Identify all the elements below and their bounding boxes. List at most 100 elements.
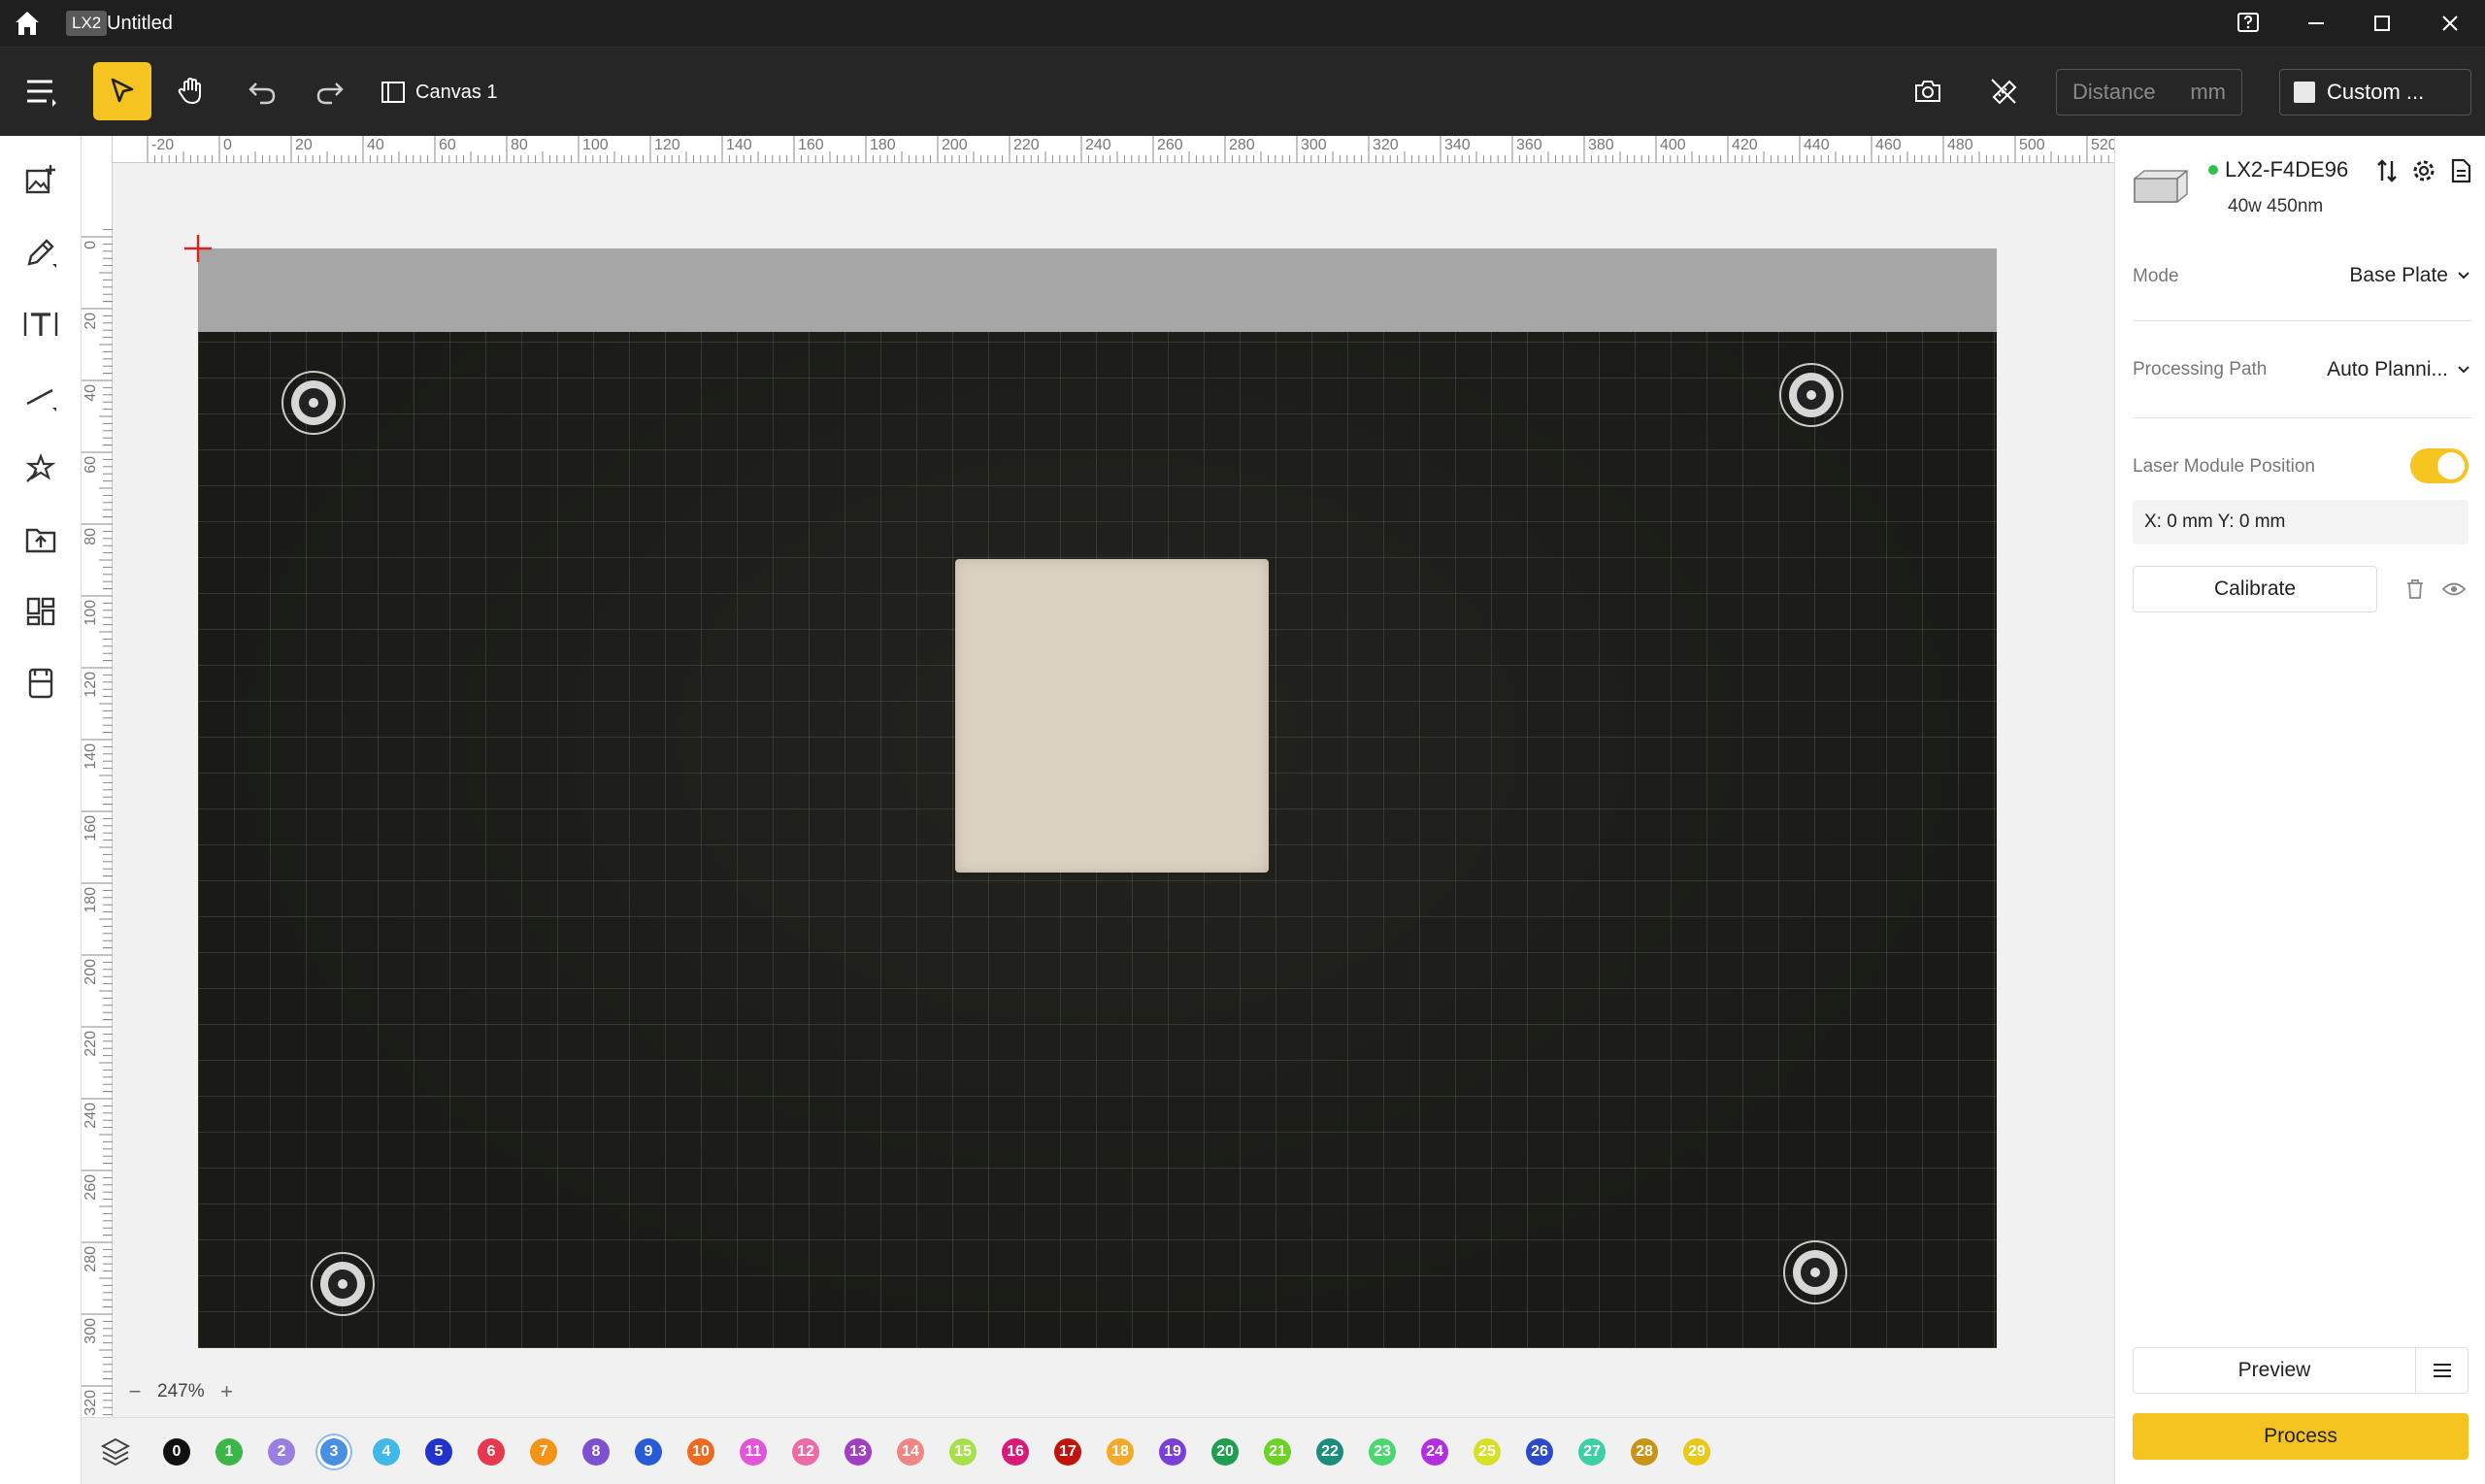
- ruler-label: 100: [582, 137, 609, 153]
- canvas-tab-label: Canvas 1: [415, 81, 498, 103]
- menu-icon[interactable]: [12, 62, 70, 120]
- trash-icon[interactable]: [2404, 577, 2426, 601]
- ruler-label: 340: [1444, 137, 1471, 153]
- ruler-vertical: 0 20 40 60 80 100 120 140 160 180 200 220 240 260 280 3…: [82, 136, 113, 1417]
- layer-28-button[interactable]: 28: [1631, 1438, 1658, 1466]
- left-toolbar: [0, 136, 82, 1484]
- minimize-button[interactable]: [2283, 0, 2349, 47]
- layer-10-button[interactable]: 10: [687, 1438, 714, 1466]
- layers-icon[interactable]: [99, 1435, 132, 1468]
- layer-7-button[interactable]: 7: [530, 1438, 557, 1466]
- device-name[interactable]: LX2-F4DE96: [2225, 157, 2348, 182]
- layer-17-button[interactable]: 17: [1054, 1438, 1081, 1466]
- ruler-label: 120: [654, 137, 680, 153]
- layer-9-button[interactable]: 9: [635, 1438, 662, 1466]
- layer-6-button[interactable]: 6: [478, 1438, 505, 1466]
- pen-icon[interactable]: [12, 223, 70, 281]
- layer-8-button[interactable]: 8: [582, 1438, 610, 1466]
- layer-3-button[interactable]: 3: [320, 1438, 348, 1466]
- maximize-button[interactable]: [2349, 0, 2415, 47]
- layer-26-button[interactable]: 26: [1526, 1438, 1553, 1466]
- layer-24-button[interactable]: 24: [1421, 1438, 1448, 1466]
- layer-27-button[interactable]: 27: [1578, 1438, 1606, 1466]
- ruler-label: 380: [1588, 137, 1614, 153]
- calibration-target-icon: [311, 1252, 375, 1316]
- layer-16-button[interactable]: 16: [1002, 1438, 1029, 1466]
- help-icon[interactable]: [2215, 0, 2281, 47]
- calibrate-button[interactable]: Calibrate: [2133, 566, 2377, 612]
- canvas-workspace[interactable]: − 247% +: [113, 163, 2114, 1417]
- calibration-target-icon: [282, 371, 346, 435]
- line-icon[interactable]: [12, 367, 70, 425]
- ruler-label: 20: [83, 313, 99, 330]
- measure-icon[interactable]: [1974, 62, 2033, 120]
- distance-unit: mm: [2190, 80, 2226, 104]
- close-button[interactable]: [2417, 0, 2483, 47]
- layer-15-button[interactable]: 15: [949, 1438, 977, 1466]
- layer-13-button[interactable]: 13: [845, 1438, 872, 1466]
- ruler-label: 460: [1875, 137, 1902, 153]
- layer-1-button[interactable]: 1: [215, 1438, 243, 1466]
- ruler-label: 120: [83, 672, 99, 698]
- layer-12-button[interactable]: 12: [792, 1438, 819, 1466]
- text-icon[interactable]: [12, 295, 70, 353]
- zoom-in-button[interactable]: +: [216, 1379, 238, 1403]
- layer-22-button[interactable]: 22: [1316, 1438, 1343, 1466]
- layer-2-button[interactable]: 2: [268, 1438, 295, 1466]
- redo-button[interactable]: [301, 62, 359, 120]
- ruler-label: 200: [83, 959, 99, 985]
- zoom-out-button[interactable]: −: [124, 1379, 146, 1403]
- layer-29-button[interactable]: 29: [1683, 1438, 1710, 1466]
- layer-18-button[interactable]: 18: [1107, 1438, 1134, 1466]
- layer-20-button[interactable]: 20: [1211, 1438, 1239, 1466]
- add-image-icon[interactable]: [12, 151, 70, 210]
- layer-11-button[interactable]: 11: [740, 1438, 767, 1466]
- gear-icon[interactable]: [2410, 157, 2437, 184]
- divider: [2133, 417, 2472, 418]
- material-tile[interactable]: [955, 559, 1269, 873]
- undo-button[interactable]: [233, 62, 291, 120]
- sort-icon[interactable]: [2373, 157, 2401, 184]
- layer-0-button[interactable]: 0: [163, 1438, 190, 1466]
- home-icon[interactable]: [12, 8, 43, 39]
- process-button[interactable]: Process: [2133, 1413, 2468, 1460]
- layer-23-button[interactable]: 23: [1369, 1438, 1396, 1466]
- pan-tool-button[interactable]: [161, 62, 219, 120]
- magic-shape-icon[interactable]: [12, 439, 70, 497]
- layer-5-button[interactable]: 5: [425, 1438, 452, 1466]
- custom-material-button[interactable]: Custom ...: [2279, 69, 2471, 115]
- laser-module-toggle[interactable]: [2410, 448, 2468, 483]
- ruler-label: 20: [295, 137, 313, 153]
- layer-21-button[interactable]: 21: [1264, 1438, 1291, 1466]
- ruler-label: 220: [1013, 137, 1040, 153]
- layer-14-button[interactable]: 14: [897, 1438, 924, 1466]
- ruler-label: 360: [1516, 137, 1542, 153]
- camera-icon[interactable]: [1899, 62, 1957, 120]
- layer-19-button[interactable]: 19: [1159, 1438, 1186, 1466]
- templates-icon[interactable]: [12, 582, 70, 641]
- distance-input[interactable]: Distance mm: [2056, 69, 2242, 115]
- ruler-label: 320: [1373, 137, 1399, 153]
- app-badge: LX2: [66, 11, 108, 36]
- eye-icon[interactable]: [2441, 580, 2467, 598]
- processing-path-value: Auto Planni...: [2327, 358, 2448, 380]
- canvas-tab[interactable]: Canvas 1: [381, 65, 498, 119]
- ruler-label: 60: [83, 456, 99, 474]
- import-icon[interactable]: [12, 511, 70, 569]
- ruler-label: 300: [1301, 137, 1327, 153]
- layer-4-button[interactable]: 4: [373, 1438, 400, 1466]
- ruler-label: 160: [798, 137, 824, 153]
- mode-select[interactable]: Base Plate: [2349, 264, 2471, 287]
- camera-bed-preview[interactable]: [198, 248, 1997, 1348]
- preview-options-button[interactable]: [2416, 1347, 2468, 1394]
- ruler-horizontal: -20 0 20 40 60 80 100 120 140 160 180 200 220 240 260 2…: [113, 136, 2114, 163]
- processing-path-select[interactable]: Auto Planni...: [2327, 358, 2471, 381]
- preview-button[interactable]: Preview: [2133, 1347, 2416, 1394]
- select-tool-button[interactable]: [93, 62, 151, 120]
- chevron-down-icon: [2458, 366, 2469, 374]
- app-window: LX2 Untitled Canvas 1 Distance mm Custom…: [0, 0, 2485, 1484]
- ruler-label: 280: [1229, 137, 1255, 153]
- material-library-icon[interactable]: [12, 654, 70, 712]
- document-icon[interactable]: [2447, 157, 2474, 184]
- layer-25-button[interactable]: 25: [1474, 1438, 1501, 1466]
